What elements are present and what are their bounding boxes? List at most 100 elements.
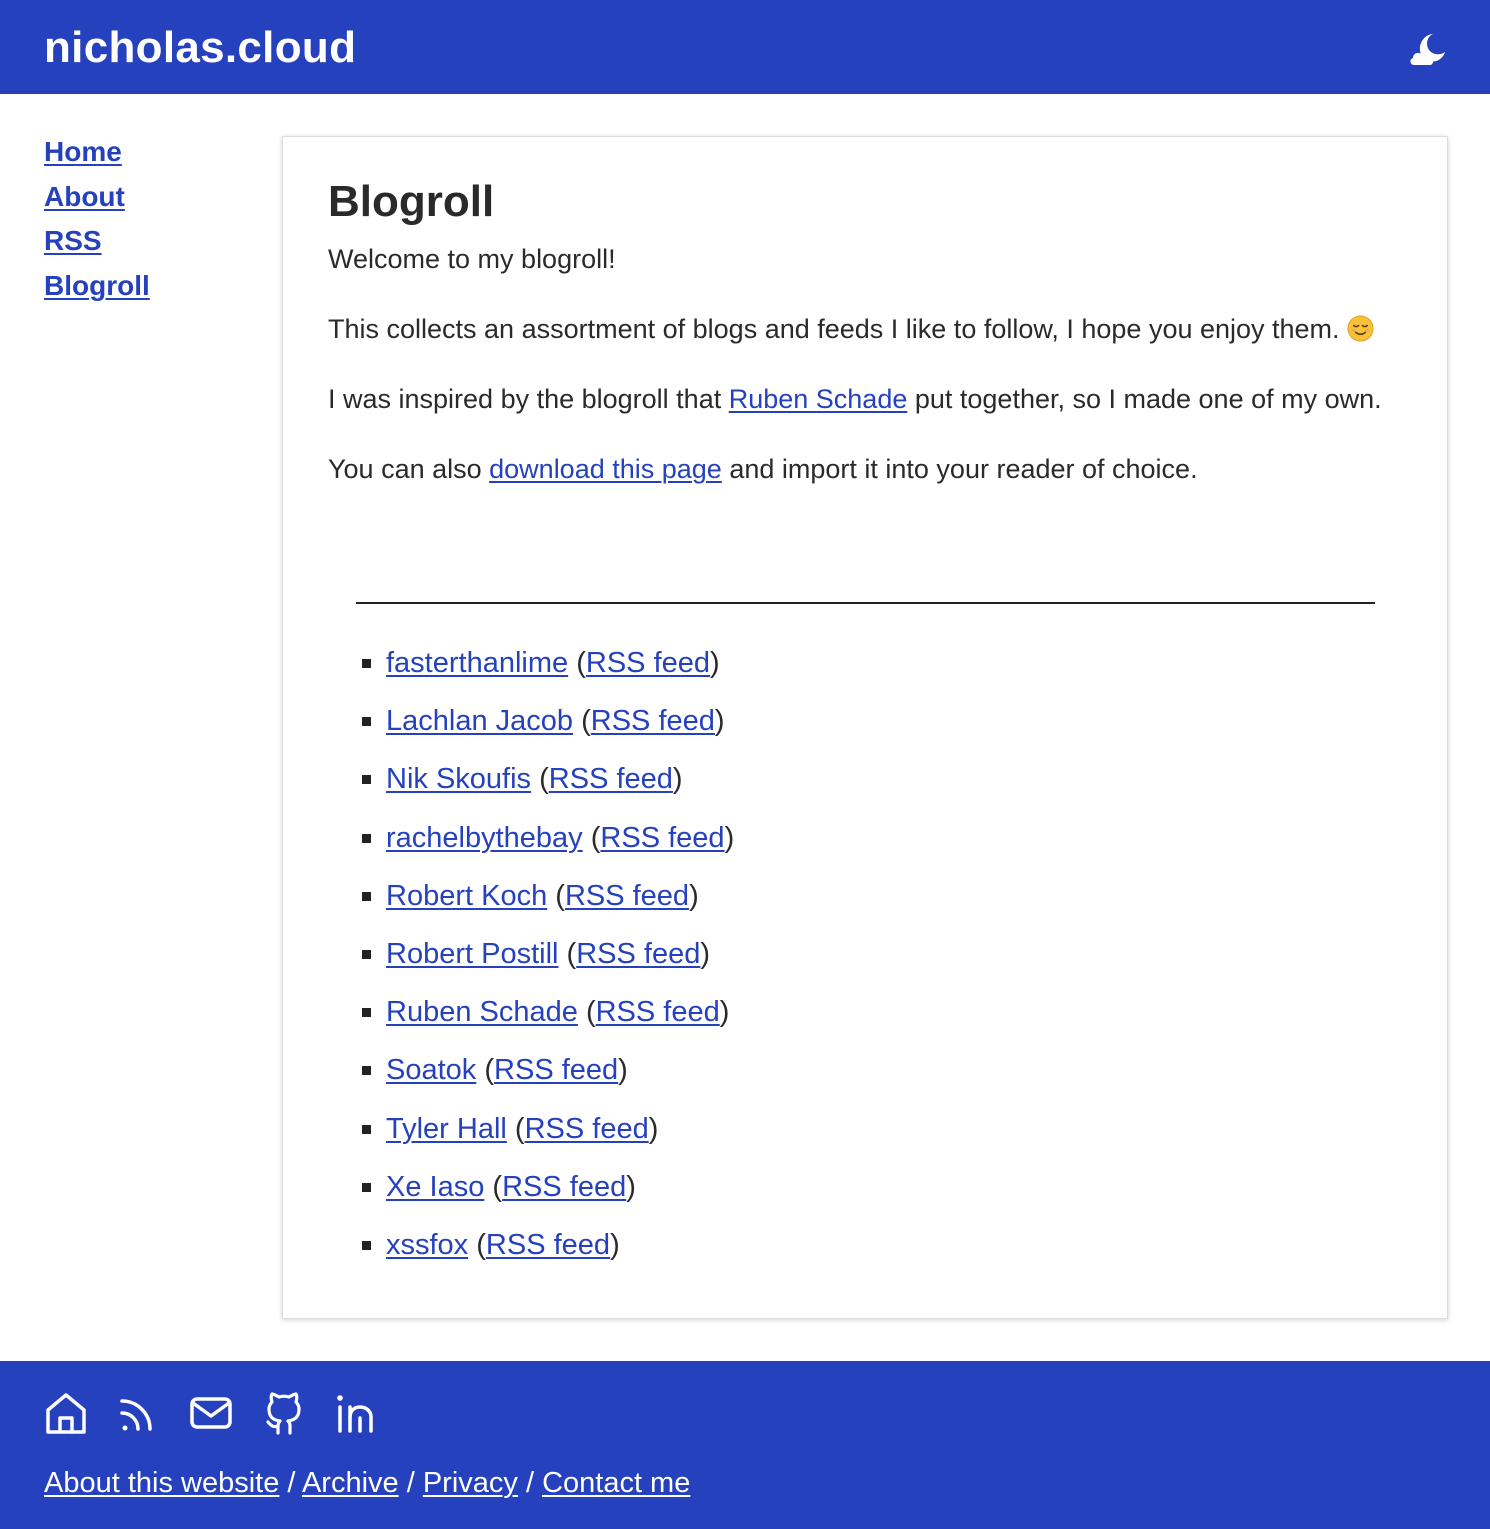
list-item: Ruben Schade (RSS feed) [358, 990, 734, 1048]
list-item: Xe Iaso (RSS feed) [358, 1165, 734, 1223]
sidebar-item-about[interactable]: About [44, 175, 244, 220]
bullet [362, 891, 371, 901]
about-website-link[interactable]: About this website [44, 1467, 279, 1499]
collection-paragraph: This collects an assortment of blogs and… [328, 309, 1408, 350]
rss-feed-link[interactable]: RSS feed [596, 996, 720, 1028]
privacy-link[interactable]: Privacy [423, 1467, 518, 1499]
footer-home-link[interactable] [44, 1391, 88, 1437]
blog-link[interactable]: Soatok [386, 1054, 476, 1086]
site-footer: About this website / Archive / Privacy /… [0, 1361, 1490, 1529]
blog-link[interactable]: Robert Postill [386, 938, 558, 970]
footer-linkedin-link[interactable] [334, 1391, 378, 1437]
blog-link[interactable]: Robert Koch [386, 880, 547, 912]
ruben-schade-link[interactable]: Ruben Schade [729, 384, 908, 414]
github-icon [266, 1392, 301, 1435]
bullet [362, 1124, 371, 1134]
blog-link[interactable]: xssfox [386, 1229, 468, 1261]
content-card: Blogroll Welcome to my blogroll! This co… [282, 136, 1448, 1319]
download-page-link[interactable]: download this page [489, 454, 722, 484]
footer-mail-link[interactable] [189, 1391, 233, 1437]
bullet [362, 1240, 371, 1250]
page-title: Blogroll [328, 177, 495, 226]
list-item: Tyler Hall (RSS feed) [358, 1107, 734, 1165]
blog-link[interactable]: fasterthanlime [386, 647, 568, 679]
blog-link[interactable]: Ruben Schade [386, 996, 578, 1028]
sidebar-item-blogroll[interactable]: Blogroll [44, 264, 244, 309]
sidebar-item-home[interactable]: Home [44, 130, 244, 175]
linkedin-icon [337, 1395, 373, 1433]
paren: ) [724, 821, 735, 854]
welcome-paragraph: Welcome to my blogroll! [328, 244, 616, 274]
separator: / [398, 1467, 423, 1499]
paren: ) [626, 1170, 636, 1203]
paren: ( [539, 763, 549, 796]
footer-rss-link[interactable] [117, 1391, 161, 1437]
download-text-after: and import it into your reader of choice… [721, 454, 1198, 484]
bullet [362, 949, 371, 959]
feed-list: fasterthanlime (RSS feed) Lachlan Jacob … [358, 641, 734, 1281]
inspired-text-after: put together, so I made one of my own. [907, 384, 1382, 414]
paren: ( [484, 1054, 495, 1087]
list-item: Robert Koch (RSS feed) [358, 874, 734, 932]
footer-github-link[interactable] [262, 1391, 306, 1437]
paren: ( [576, 647, 586, 679]
bullet [362, 833, 371, 843]
intro-text: Welcome to my blogroll! This collects an… [328, 239, 1408, 519]
blog-link[interactable]: rachelbythebay [386, 822, 583, 854]
blog-link[interactable]: Lachlan Jacob [386, 705, 573, 737]
list-item: Soatok (RSS feed) [358, 1048, 734, 1106]
sidebar-item-rss[interactable]: RSS [44, 219, 244, 264]
rss-feed-link[interactable]: RSS feed [486, 1229, 610, 1261]
paren: ) [710, 647, 720, 679]
list-item: xssfox (RSS feed) [358, 1223, 734, 1281]
paren: ( [585, 996, 596, 1029]
blog-link[interactable]: Tyler Hall [386, 1113, 507, 1145]
site-title[interactable]: nicholas.cloud [44, 22, 356, 74]
paren: ) [610, 1228, 620, 1261]
rss-feed-link[interactable]: RSS feed [494, 1054, 618, 1086]
bullet [362, 717, 371, 727]
bullet [362, 1182, 371, 1192]
rss-feed-link[interactable]: RSS feed [565, 880, 689, 912]
bullet [362, 659, 371, 668]
rss-feed-link[interactable]: RSS feed [502, 1171, 626, 1203]
inspired-paragraph: I was inspired by the blogroll that Rube… [328, 379, 1408, 420]
paren: ( [476, 1228, 486, 1261]
bullet [362, 775, 371, 785]
divider [356, 602, 1375, 604]
rss-feed-link[interactable]: RSS feed [576, 938, 700, 970]
paren: ) [672, 763, 683, 796]
theme-toggle-button[interactable] [1406, 28, 1450, 72]
paren: ( [514, 1112, 525, 1145]
list-item: Nik Skoufis (RSS feed) [358, 757, 734, 815]
separator: / [517, 1467, 543, 1499]
paren: ) [700, 937, 711, 970]
home-icon [46, 1393, 86, 1434]
rss-feed-link[interactable]: RSS feed [591, 705, 715, 737]
rss-feed-link[interactable]: RSS feed [586, 647, 710, 679]
list-item: Lachlan Jacob (RSS feed) [358, 699, 734, 757]
rss-feed-link[interactable]: RSS feed [525, 1113, 649, 1145]
list-item: rachelbythebay (RSS feed) [358, 816, 734, 874]
paren: ) [689, 879, 699, 912]
inspired-text-before: I was inspired by the blogroll that [328, 384, 729, 414]
contact-link[interactable]: Contact me [542, 1467, 690, 1499]
paren: ) [618, 1054, 628, 1087]
paren: ) [648, 1112, 659, 1145]
download-paragraph: You can also download this page and impo… [328, 449, 1408, 490]
paren: ( [590, 821, 601, 854]
separator: / [279, 1467, 302, 1499]
paren: ) [719, 996, 730, 1029]
rss-feed-link[interactable]: RSS feed [600, 822, 724, 854]
blog-link[interactable]: Xe Iaso [386, 1171, 484, 1203]
list-item: Robert Postill (RSS feed) [358, 932, 734, 990]
blog-link[interactable]: Nik Skoufis [386, 763, 531, 795]
paren: ( [492, 1170, 503, 1203]
moon-cloud-icon [1410, 34, 1445, 65]
rss-icon [120, 1399, 152, 1431]
bullet [362, 1008, 371, 1018]
archive-link[interactable]: Archive [302, 1467, 399, 1499]
rss-feed-link[interactable]: RSS feed [549, 763, 673, 795]
paren: ( [581, 705, 591, 738]
smiling-face-icon [1347, 315, 1374, 342]
